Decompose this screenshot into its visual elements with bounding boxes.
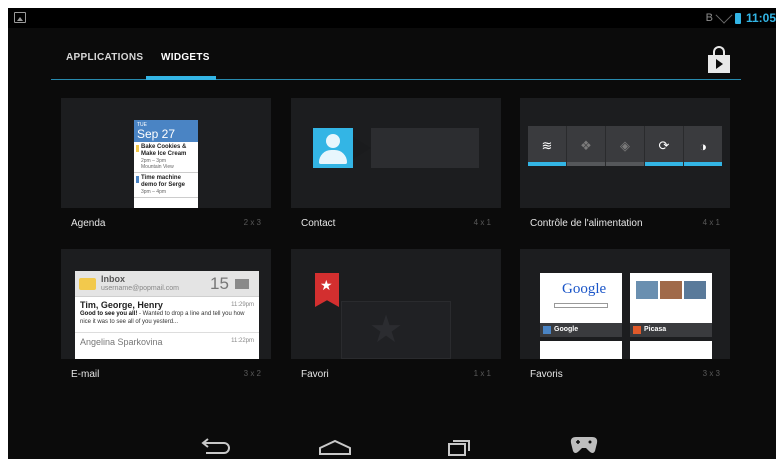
envelope-icon xyxy=(79,278,96,290)
clock: 11:05 xyxy=(745,11,776,25)
widget-name: Favoris xyxy=(530,369,563,380)
widget-size: 3 x 3 xyxy=(702,369,720,378)
wifi-icon xyxy=(715,8,733,24)
widget-size: 4 x 1 xyxy=(702,218,720,227)
bookmark-tile: Picasa xyxy=(630,273,712,337)
android-screen: B 11:05 APPLICATIONS WIDGETS TUE Sep 27 … xyxy=(8,8,776,459)
account-address: username@popmail.com xyxy=(101,285,179,292)
widget-bookmark[interactable]: ★ ★ Favori 1 x 1 xyxy=(291,249,501,389)
compose-icon xyxy=(235,279,249,289)
agenda-event: Time machine demo for Serge 3pm – 4pm xyxy=(134,173,198,198)
power-control-preview: ≋ ❖ ◈ ⟳ ◑ xyxy=(528,126,722,166)
widget-preview: ≋ ❖ ◈ ⟳ ◑ xyxy=(520,98,730,208)
widget-preview: Inbox username@popmail.com 15 Tim, Georg… xyxy=(61,249,271,359)
status-icons: B 11:05 xyxy=(705,8,776,26)
widget-name: Agenda xyxy=(71,218,106,229)
widget-name: Contrôle de l'alimentation xyxy=(530,218,643,229)
widget-size: 4 x 1 xyxy=(473,218,491,227)
widget-email[interactable]: Inbox username@popmail.com 15 Tim, Georg… xyxy=(61,249,271,389)
gps-toggle-icon: ◈ xyxy=(606,126,645,166)
recent-apps-icon[interactable] xyxy=(448,440,470,456)
inbox-title: Inbox xyxy=(101,274,125,284)
contact-name-bar xyxy=(371,128,479,168)
email-widget-preview: Inbox username@popmail.com 15 Tim, Georg… xyxy=(75,271,259,359)
widget-size: 1 x 1 xyxy=(473,369,491,378)
home-icon[interactable] xyxy=(319,439,351,455)
widget-size: 2 x 3 xyxy=(243,218,261,227)
sync-toggle-icon: ⟳ xyxy=(645,126,684,166)
star-icon: ★ xyxy=(369,309,404,351)
navigation-bar xyxy=(201,437,598,456)
tab-widgets[interactable]: WIDGETS xyxy=(161,52,210,63)
image-notification-icon[interactable] xyxy=(14,12,26,23)
agenda-event: Bake Cookies & Make Ice Cream 2pm – 3pm … xyxy=(134,142,198,173)
widget-preview: ★ ★ xyxy=(291,249,501,359)
tab-applications[interactable]: APPLICATIONS xyxy=(66,52,143,63)
agenda-widget-preview: TUE Sep 27 Bake Cookies & Make Ice Cream… xyxy=(134,120,198,208)
status-bar: B 11:05 xyxy=(8,8,776,28)
bookmark-tile: Google Google xyxy=(540,273,622,337)
widget-name: Favori xyxy=(301,369,329,380)
widget-name: Contact xyxy=(301,218,336,229)
bookmark-tile xyxy=(630,341,712,359)
email-message-row: Angelina Sparkovina 11:22pm xyxy=(80,337,254,347)
bluetooth-toggle-icon: ❖ xyxy=(567,126,606,166)
unread-count: 15 xyxy=(210,274,229,293)
widget-contact[interactable]: Contact 4 x 1 xyxy=(291,98,501,238)
widget-preview: Google Google Picasa xyxy=(520,249,730,359)
widget-power-control[interactable]: ≋ ❖ ◈ ⟳ ◑ Contrôle de l'alimentation 4 x… xyxy=(520,98,730,238)
wifi-toggle-icon: ≋ xyxy=(528,126,567,166)
brightness-toggle-icon: ◑ xyxy=(684,126,722,166)
email-message-row: Tim, George, Henry 11:29pm Good to see y… xyxy=(75,297,259,333)
widget-preview: TUE Sep 27 Bake Cookies & Make Ice Cream… xyxy=(61,98,271,208)
widget-preview xyxy=(291,98,501,208)
bookmark-tile xyxy=(540,341,622,359)
agenda-date: Sep 27 xyxy=(137,127,176,141)
widget-name: E-mail xyxy=(71,369,100,380)
tab-divider xyxy=(51,79,741,80)
battery-icon xyxy=(734,12,741,24)
widget-agenda[interactable]: TUE Sep 27 Bake Cookies & Make Ice Cream… xyxy=(61,98,271,238)
game-controller-icon[interactable] xyxy=(570,437,598,453)
tab-bar: APPLICATIONS WIDGETS xyxy=(51,38,741,86)
widget-size: 3 x 2 xyxy=(243,369,261,378)
back-icon[interactable] xyxy=(201,438,230,454)
bookmark-ribbon-icon: ★ xyxy=(315,273,339,307)
bluetooth-icon: B xyxy=(705,12,713,24)
contact-avatar-icon xyxy=(313,128,353,168)
widget-bookmarks[interactable]: Google Google Picasa Favoris 3 x 3 xyxy=(520,249,730,389)
play-store-icon[interactable] xyxy=(707,46,731,74)
